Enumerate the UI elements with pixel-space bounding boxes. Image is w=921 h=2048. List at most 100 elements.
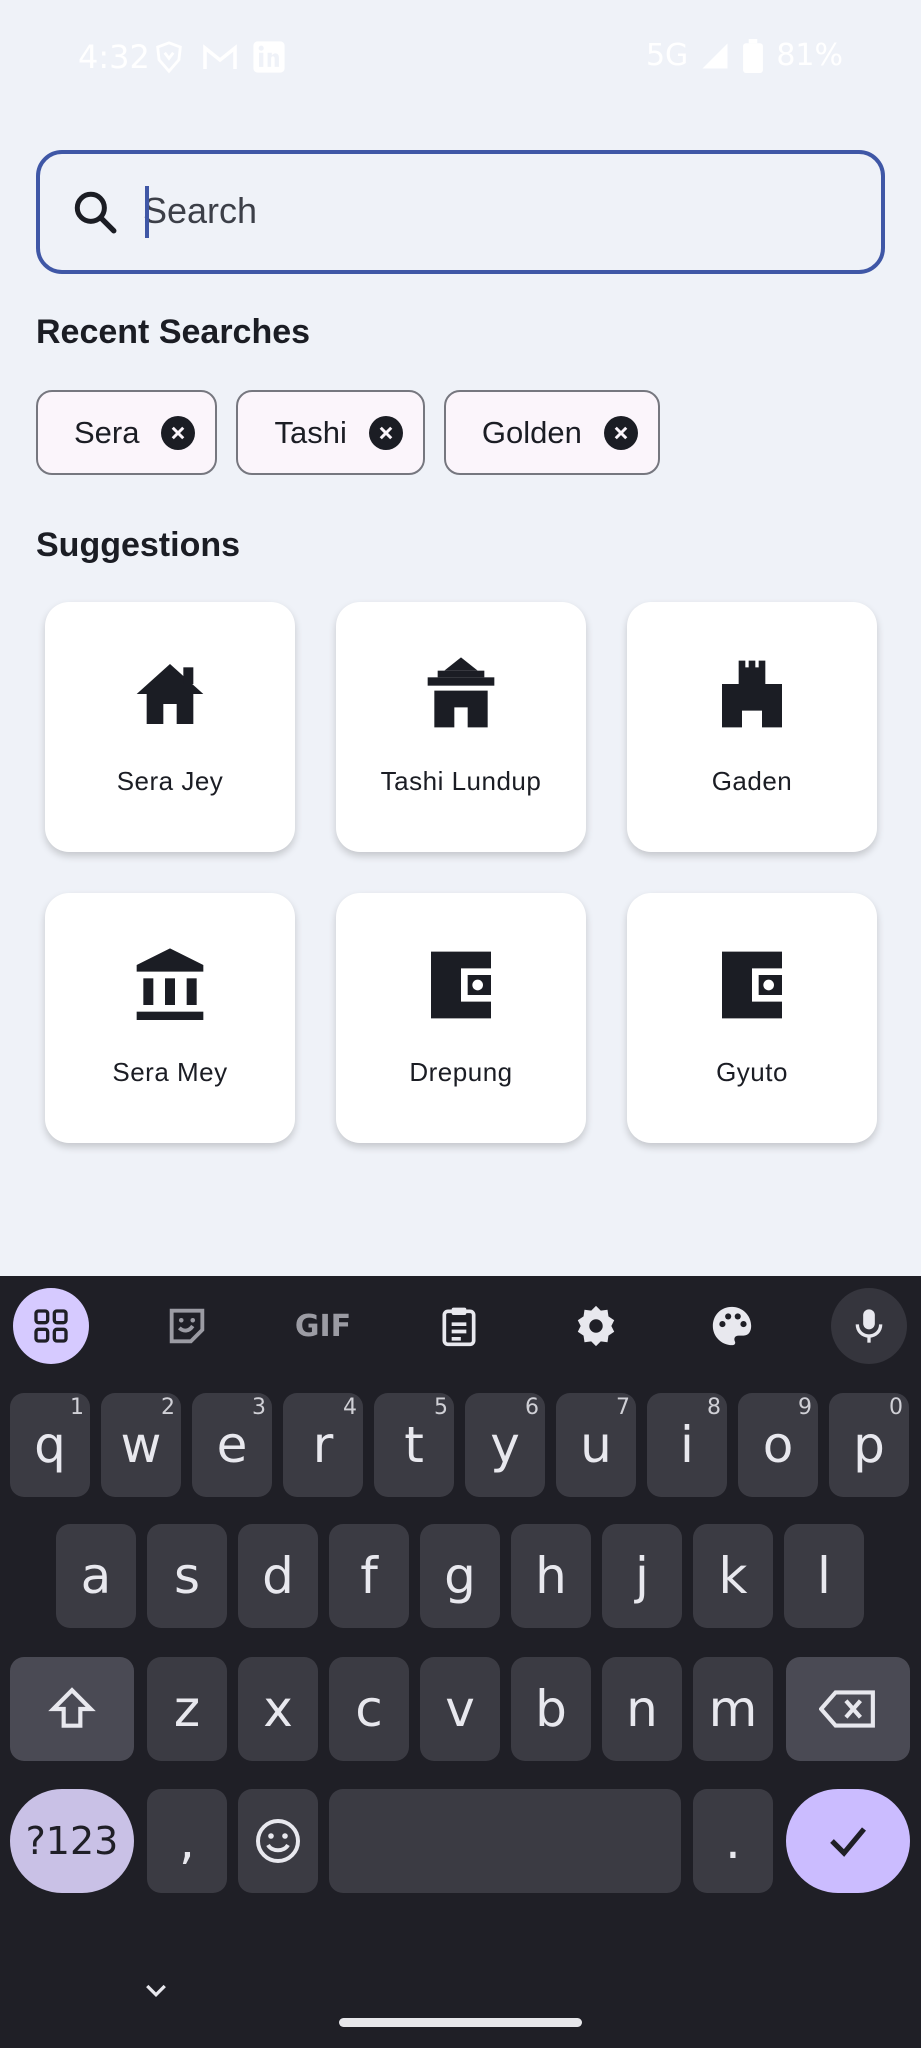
shift-key[interactable] — [10, 1657, 134, 1761]
mic-button[interactable] — [831, 1288, 907, 1364]
close-icon[interactable] — [161, 415, 196, 450]
key-hint: 9 — [798, 1395, 812, 1420]
sticker-icon — [169, 1308, 205, 1344]
symbols-key[interactable]: ?123 — [10, 1789, 134, 1893]
key-k[interactable]: k — [693, 1524, 773, 1628]
comma-key[interactable]: , — [147, 1789, 227, 1893]
key-label: p — [853, 1416, 885, 1474]
suggestion-card[interactable]: Drepung — [336, 893, 586, 1143]
emoji-key[interactable] — [238, 1789, 318, 1893]
suggestion-label: Sera Mey — [112, 1057, 228, 1087]
wallet-icon — [722, 951, 789, 1019]
settings-icon — [577, 1305, 615, 1347]
suggestions-title: Suggestions — [36, 526, 241, 564]
key-a[interactable]: a — [56, 1524, 136, 1628]
enter-key[interactable] — [786, 1789, 910, 1893]
key-d[interactable]: d — [238, 1524, 318, 1628]
key-u[interactable]: u7 — [556, 1393, 636, 1497]
institution-icon — [136, 948, 204, 1020]
check-icon — [830, 1827, 866, 1857]
key-w[interactable]: w2 — [101, 1393, 181, 1497]
key-z[interactable]: z — [147, 1657, 227, 1761]
key-v[interactable]: v — [420, 1657, 500, 1761]
key-t[interactable]: t5 — [374, 1393, 454, 1497]
suggestion-label: Drepung — [409, 1057, 513, 1087]
recent-chips: Sera Tashi Golden — [36, 390, 660, 475]
key-b[interactable]: b — [511, 1657, 591, 1761]
chevron-down-icon[interactable] — [141, 1976, 171, 2006]
search-input[interactable] — [143, 178, 843, 244]
settings-button[interactable] — [558, 1288, 634, 1364]
key-j[interactable]: j — [602, 1524, 682, 1628]
suggestion-card[interactable]: Gaden — [627, 602, 877, 852]
key-n[interactable]: n — [602, 1657, 682, 1761]
key-g[interactable]: g — [420, 1524, 500, 1628]
key-c[interactable]: c — [329, 1657, 409, 1761]
battery-label: 81% — [776, 38, 843, 73]
key-f[interactable]: f — [329, 1524, 409, 1628]
apps-button[interactable] — [13, 1288, 89, 1364]
key-m[interactable]: m — [693, 1657, 773, 1761]
suggestion-card[interactable]: Gyuto — [627, 893, 877, 1143]
suggestion-card[interactable]: Sera Mey — [45, 893, 295, 1143]
shift-icon — [48, 1687, 96, 1728]
key-h[interactable]: h — [511, 1524, 591, 1628]
key-label: i — [680, 1416, 694, 1474]
key-hint: 2 — [161, 1395, 175, 1420]
palette-icon — [712, 1306, 752, 1346]
chip-label: Tashi — [274, 414, 347, 450]
key-label: o — [762, 1416, 794, 1474]
key-hint: 8 — [707, 1395, 721, 1420]
key-i[interactable]: i8 — [647, 1393, 727, 1497]
linkedin-icon — [253, 41, 285, 73]
key-hint: 7 — [616, 1395, 630, 1420]
backspace-icon — [819, 1690, 875, 1728]
key-hint: 0 — [889, 1395, 903, 1420]
clipboard-button[interactable] — [421, 1288, 497, 1364]
suggestion-label: Tashi Lundup — [380, 766, 542, 796]
key-label: w — [120, 1416, 162, 1474]
search-icon — [74, 191, 117, 234]
status-time: 4:32 — [78, 38, 150, 76]
sticker-button[interactable] — [149, 1288, 225, 1364]
recent-chip[interactable]: Sera — [36, 390, 218, 475]
gmail-icon — [203, 44, 237, 69]
key-hint: 1 — [70, 1395, 84, 1420]
temple-icon — [427, 657, 495, 728]
close-icon[interactable] — [603, 415, 638, 450]
palette-button[interactable] — [694, 1288, 770, 1364]
space-key[interactable] — [329, 1789, 681, 1893]
chip-label: Sera — [74, 414, 140, 450]
key-label: e — [216, 1416, 248, 1474]
recent-chip[interactable]: Tashi — [236, 390, 425, 475]
key-hint: 6 — [525, 1395, 539, 1420]
suggestion-label: Gyuto — [716, 1057, 788, 1087]
key-q[interactable]: q1 — [10, 1393, 90, 1497]
key-e[interactable]: e3 — [192, 1393, 272, 1497]
suggestion-label: Sera Jey — [116, 766, 224, 796]
key-r[interactable]: r4 — [283, 1393, 363, 1497]
key-y[interactable]: y6 — [465, 1393, 545, 1497]
key-s[interactable]: s — [147, 1524, 227, 1628]
search-bar[interactable] — [36, 150, 885, 274]
key-x[interactable]: x — [238, 1657, 318, 1761]
period-key[interactable]: . — [693, 1789, 773, 1893]
close-icon[interactable] — [368, 415, 403, 450]
key-hint: 4 — [343, 1395, 357, 1420]
castle-icon — [722, 660, 782, 728]
key-label: t — [404, 1416, 424, 1474]
battery-icon — [743, 38, 764, 73]
recent-chip[interactable]: Golden — [443, 390, 660, 475]
mic-icon — [855, 1309, 883, 1343]
suggestion-card[interactable]: Tashi Lundup — [336, 602, 586, 852]
keyboard: GIF q1 w2 e3 r4 t5 y6 u7 i8 o9 p0 a s d … — [0, 1276, 921, 2048]
house-icon — [136, 664, 204, 724]
suggestion-card[interactable]: Sera Jey — [45, 602, 295, 852]
key-l[interactable]: l — [784, 1524, 864, 1628]
backspace-key[interactable] — [786, 1657, 910, 1761]
brave-icon — [156, 41, 182, 74]
key-p[interactable]: p0 — [829, 1393, 909, 1497]
key-o[interactable]: o9 — [738, 1393, 818, 1497]
gif-button[interactable]: GIF — [285, 1288, 361, 1364]
status-right: 5G 81% — [646, 38, 843, 73]
